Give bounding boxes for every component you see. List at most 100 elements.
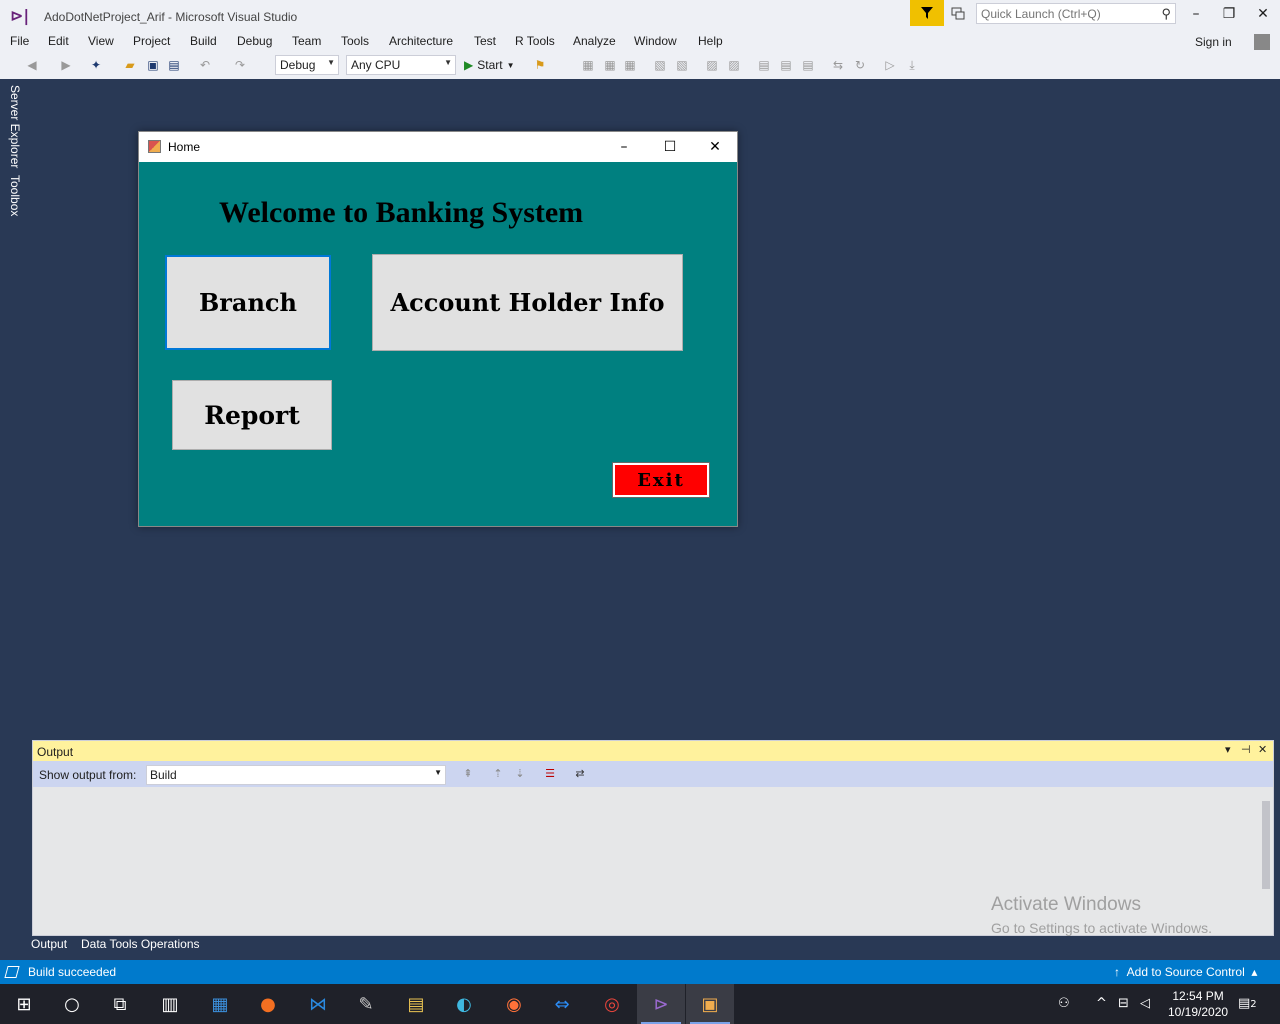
find-in-files-icon[interactable]: ⚑ [532,57,548,73]
find-message-icon[interactable]: ⇞ [461,767,475,781]
toolbar-icon-8[interactable]: ▤ [756,57,772,73]
download-icon[interactable]: ⤓ [904,57,920,73]
toolbar-icon-10[interactable]: ▤ [800,57,816,73]
menu-architecture[interactable]: Architecture [389,34,453,48]
visual-studio-logo-icon: ⊳| [10,6,30,25]
menu-build[interactable]: Build [190,34,217,48]
toolbar-play-icon[interactable]: ▷ [882,57,898,73]
search-circle-icon[interactable]: ○ [60,992,84,1016]
network-icon[interactable]: ⊟ [1118,996,1129,1011]
menu-debug[interactable]: Debug [237,34,272,48]
clear-all-icon[interactable]: ☰ [543,767,557,781]
menu-team[interactable]: Team [292,34,321,48]
sign-in-link[interactable]: Sign in [1195,35,1232,49]
menu-r-tools[interactable]: R Tools [515,34,555,48]
account-icon[interactable] [1254,34,1270,50]
action-center-icon[interactable]: ▤2 [1238,996,1257,1011]
redo-icon[interactable]: ↷ [232,57,248,73]
toolbar-icon-9[interactable]: ▤ [778,57,794,73]
app-orange-icon[interactable]: ● [256,992,280,1016]
previous-message-icon[interactable]: ⇡ [491,767,505,781]
firefox-icon[interactable]: ◉ [502,992,526,1016]
account-holder-info-button[interactable]: Account Holder Info [372,254,683,351]
window-position-dropdown-icon[interactable]: ▾ [1225,743,1231,756]
play-icon: ▶ [464,58,474,72]
start-debugging-button[interactable]: ▶ Start ▼ [464,56,515,74]
toggle-word-wrap-icon[interactable]: ⇄ [573,767,587,781]
menu-help[interactable]: Help [698,34,723,48]
file-explorer-icon[interactable]: ▥ [158,992,182,1016]
undo-icon[interactable]: ↶ [197,57,213,73]
home-form-taskbar-icon[interactable]: ▣ [698,992,722,1016]
solution-configuration-value: Debug [280,58,316,72]
vs-code-icon[interactable]: ⋈ [306,992,330,1016]
solution-platform-select[interactable]: Any CPU ▼ [346,55,456,75]
next-message-icon[interactable]: ⇣ [513,767,527,781]
branch-button[interactable]: Branch [165,255,331,350]
menu-edit[interactable]: Edit [48,34,69,48]
navigate-back-icon[interactable]: ◀ [24,57,40,73]
toolbar-icon-6[interactable]: ▨ [704,57,720,73]
navigate-forward-icon[interactable]: ▶ [58,57,74,73]
form-maximize-button[interactable]: ☐ [655,136,685,158]
restore-button[interactable]: ❐ [1216,4,1242,24]
visual-studio-taskbar-icon[interactable]: ⊳ [649,992,673,1016]
new-project-icon[interactable]: ✦ [88,57,104,73]
chevron-down-icon: ▼ [506,60,515,70]
toolbar-icon-2[interactable]: ▦ [602,57,618,73]
edge-browser-icon[interactable]: ◐ [452,992,476,1016]
menu-tools[interactable]: Tools [341,34,369,48]
solution-configuration-select[interactable]: Debug ▼ [275,55,339,75]
windows-start-icon[interactable]: ⊞ [12,992,36,1016]
paint-icon[interactable]: ✎ [354,992,378,1016]
open-file-icon[interactable]: ▰ [122,57,138,73]
home-form-window: Home – ☐ ✕ Welcome to Banking System Bra… [138,131,738,527]
toolbox-tab[interactable]: Toolbox [8,175,22,216]
calculator-icon[interactable]: ▦ [208,992,232,1016]
toolbar-icon-5[interactable]: ▧ [674,57,690,73]
sql-tool-icon[interactable]: ▤ [404,992,428,1016]
report-button[interactable]: Report [172,380,332,450]
scrollbar-thumb[interactable] [1262,801,1270,889]
exit-button[interactable]: Exit [612,462,710,498]
toolbar-icon-7[interactable]: ▨ [726,57,742,73]
menu-analyze[interactable]: Analyze [573,34,616,48]
save-icon[interactable]: ▣ [145,57,161,73]
toolbar-icon-3[interactable]: ▦ [622,57,638,73]
form-close-button[interactable]: ✕ [700,136,730,158]
output-source-select[interactable]: Build ▼ [146,765,446,785]
toolbar-icon-1[interactable]: ▦ [580,57,596,73]
chrome-icon[interactable]: ◎ [600,992,624,1016]
show-hidden-icons-icon[interactable]: ^ [1096,996,1107,1011]
teamviewer-icon[interactable]: ⇔ [550,992,574,1016]
form-minimize-button[interactable]: – [609,136,639,158]
close-panel-icon[interactable]: ✕ [1258,743,1267,756]
tray-clock[interactable]: 12:54 PM 10/19/2020 [1168,988,1228,1020]
feedback-icon[interactable] [950,6,966,22]
menu-project[interactable]: Project [133,34,170,48]
task-view-icon[interactable]: ⧉ [108,992,132,1016]
close-button[interactable]: ✕ [1250,4,1276,24]
auto-hide-pin-icon[interactable]: ⊣ [1241,743,1251,756]
toolbar-icon-4[interactable]: ▧ [652,57,668,73]
notification-filter-icon[interactable] [910,0,944,26]
add-to-source-control-button[interactable]: ↑ Add to Source Control ▴ [1114,965,1257,979]
volume-muted-icon[interactable]: ◁ [1140,996,1150,1011]
menu-file[interactable]: File [10,34,29,48]
quick-launch-input[interactable] [977,4,1147,23]
menu-test[interactable]: Test [474,34,496,48]
refresh-icon[interactable]: ↻ [852,57,868,73]
save-all-icon[interactable]: ▤ [166,57,182,73]
toolbar-icon-11[interactable]: ⇆ [830,57,846,73]
activate-windows-watermark: Activate Windows [991,894,1141,915]
search-icon: ⚲ [1161,6,1171,21]
server-explorer-tab[interactable]: Server Explorer [8,85,22,168]
menu-view[interactable]: View [88,34,114,48]
quick-launch-box[interactable]: ⚲ [976,3,1176,24]
people-icon[interactable]: ⚇ [1058,996,1070,1011]
tab-data-tools-operations[interactable]: Data Tools Operations [81,937,200,951]
minimize-button[interactable]: – [1183,4,1209,24]
output-vertical-scrollbar[interactable] [1259,787,1273,935]
tab-output[interactable]: Output [31,937,67,951]
menu-window[interactable]: Window [634,34,677,48]
